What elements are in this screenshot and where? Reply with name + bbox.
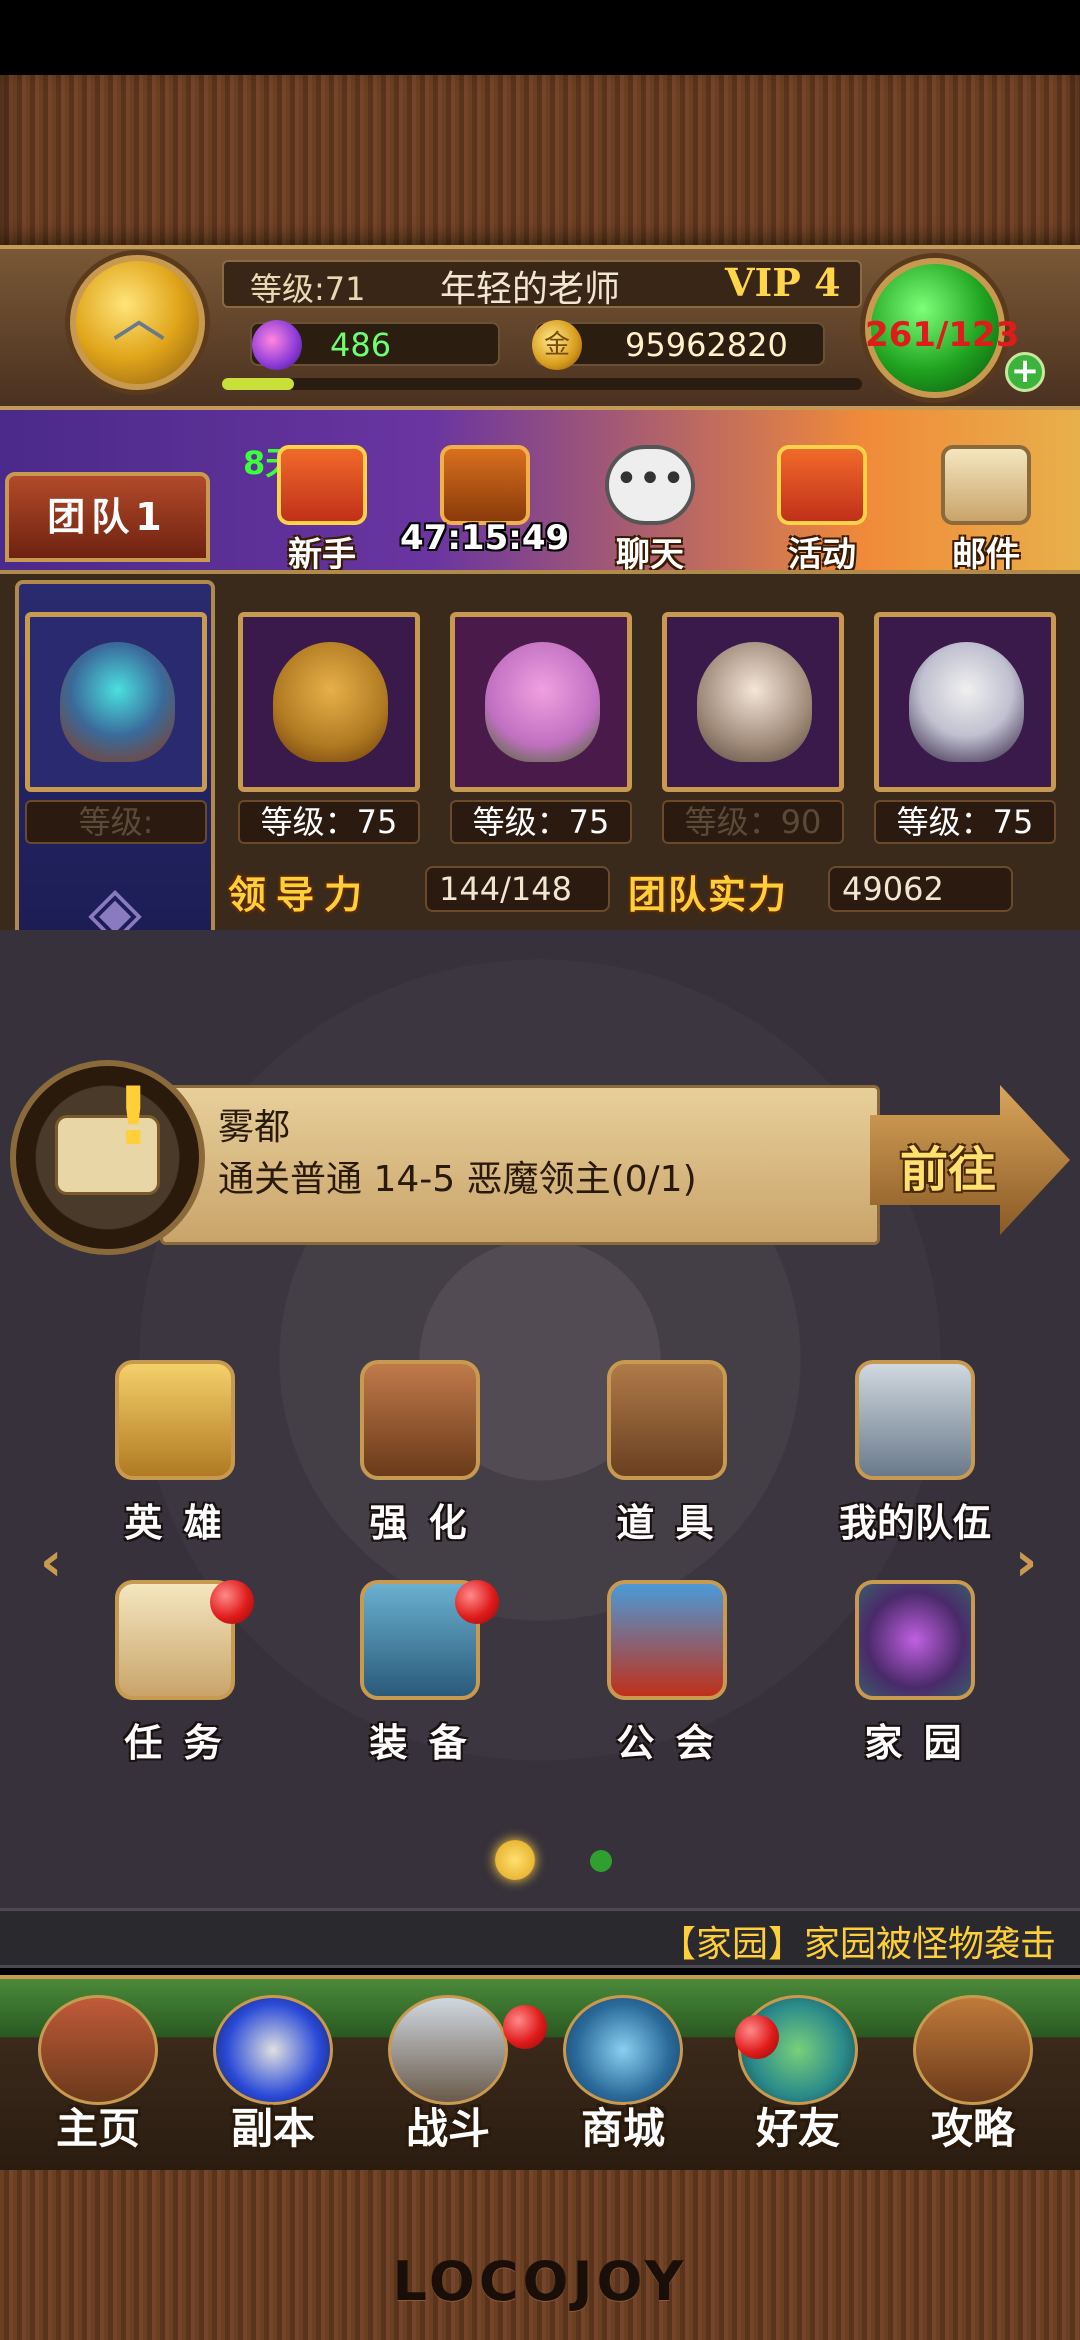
nav-shop-label: 商城 (580, 2104, 665, 2153)
notification-dot (210, 1580, 254, 1624)
nav-home[interactable]: 主页 (18, 1995, 178, 2165)
stamina-value: 261/123 (865, 315, 1020, 355)
chat-label: 聊天 (616, 535, 684, 575)
hero-card-1[interactable] (238, 612, 420, 792)
quest-title: 雾都 (218, 1107, 291, 1148)
exclamation-icon: ! (115, 1070, 152, 1163)
hero-portrait-1 (273, 642, 388, 762)
leader-level: 等级: (25, 800, 207, 844)
house-icon (38, 1995, 158, 2105)
quest-description: 通关普通 14-5 恶魔领主(0/1) (218, 1159, 697, 1200)
wood-frame-top (0, 75, 1080, 250)
menu-equipment-label: 装 备 (369, 1721, 471, 1765)
crossed-swords-icon (855, 1360, 975, 1480)
team-power-label: 团队实力 (628, 873, 789, 917)
treasure-chest-icon (440, 445, 530, 525)
nav-dungeon-label: 副本 (230, 2104, 315, 2153)
player-name: 年轻的老师 (440, 269, 621, 310)
menu-home-label: 家 园 (864, 1721, 966, 1765)
hero-portrait-3 (697, 642, 812, 762)
menu-guild-label: 公 会 (616, 1721, 718, 1765)
mail-icon (941, 445, 1031, 525)
page-dot-active[interactable] (495, 1840, 535, 1880)
guild-shield-icon (607, 1580, 727, 1700)
backpack-icon (607, 1360, 727, 1480)
mail-label: 邮件 (952, 535, 1020, 575)
newbie-label: 新手 (288, 535, 356, 575)
nav-guide[interactable]: 攻略 (893, 1995, 1053, 2165)
arrow-left-icon[interactable]: ‹ (40, 1530, 62, 1593)
menu-heroes[interactable]: 英 雄 (80, 1360, 270, 1560)
exp-bar (222, 378, 862, 390)
ticker-text: 【家园】家园被怪物袭击 (660, 1924, 1057, 1965)
nav-dungeon[interactable]: 副本 (193, 1995, 353, 2165)
hero-book-icon (115, 1360, 235, 1480)
menu-tasks-label: 任 务 (124, 1721, 226, 1765)
menu-my-team-label: 我的队伍 (838, 1501, 991, 1545)
status-bar (0, 0, 1080, 75)
add-stamina-button[interactable]: + (1005, 352, 1045, 392)
gift-icon (277, 445, 367, 525)
gem-value: 486 (330, 326, 392, 364)
menu-enhance-label: 强 化 (369, 1501, 471, 1545)
vip-badge[interactable]: VIP 4 (725, 260, 841, 305)
leadership-value: 144/148 (425, 866, 610, 912)
menu-items-label: 道 具 (616, 1501, 718, 1545)
arrow-right-icon[interactable]: › (1015, 1530, 1037, 1593)
notification-dot (503, 2005, 547, 2049)
menu-guild[interactable]: 公 会 (572, 1580, 762, 1780)
chat-bubble-icon: ••• (605, 445, 695, 525)
sword-axe-icon (388, 1995, 508, 2105)
forge-icon (360, 1360, 480, 1480)
hero-card-4[interactable] (874, 612, 1056, 792)
nav-home-label: 主页 (55, 2104, 140, 2153)
nav-battle-label: 战斗 (405, 2104, 490, 2153)
exp-bar-fill (222, 378, 294, 390)
gold-value: 95962820 (625, 326, 788, 364)
gift-icon (777, 445, 867, 525)
menu-home[interactable]: 家 园 (820, 1580, 1010, 1780)
go-button-label: 前往 (900, 1142, 997, 1198)
publisher-logo: LOCOJOY (392, 2250, 688, 2313)
newbie-button[interactable]: 新手 (262, 445, 382, 575)
portal-icon (855, 1580, 975, 1700)
player-level: 等级:71 (250, 270, 366, 308)
gem-icon (252, 320, 302, 370)
nav-friends-label: 好友 (755, 2104, 840, 2153)
events-button[interactable]: 活动 (762, 445, 882, 575)
menu-heroes-label: 英 雄 (124, 1501, 226, 1545)
leadership-label: 领导力 (228, 873, 373, 917)
page-dot[interactable] (590, 1850, 612, 1872)
hero-level-4: 等级：75 (874, 800, 1056, 844)
hero-card-3[interactable] (662, 612, 844, 792)
shop-monster-icon (563, 1995, 683, 2105)
menu-enhance[interactable]: 强 化 (325, 1360, 515, 1560)
menu-equipment[interactable]: 装 备 (325, 1580, 515, 1780)
skull-icon (213, 1995, 333, 2105)
hero-level-1: 等级：75 (238, 800, 420, 844)
team-power-value: 49062 (828, 866, 1013, 912)
notification-dot (735, 2015, 779, 2059)
notification-dot (455, 1580, 499, 1624)
nav-shop[interactable]: 商城 (543, 1995, 703, 2165)
hero-portrait-2 (485, 642, 600, 762)
team-tab[interactable]: 团队1 (5, 472, 210, 562)
gold-coin-icon: 金 (532, 320, 582, 370)
mail-button[interactable]: 邮件 (926, 445, 1046, 575)
treasure-timer: 47:15:49 (400, 518, 570, 558)
hero-portrait-4 (909, 642, 1024, 762)
hero-level-2: 等级：75 (450, 800, 632, 844)
hero-level-3: 等级：90 (662, 800, 844, 844)
hero-card-2[interactable] (450, 612, 632, 792)
chat-button[interactable]: ••• 聊天 (590, 445, 710, 575)
menu-items[interactable]: 道 具 (572, 1360, 762, 1560)
nav-guide-label: 攻略 (930, 2104, 1015, 2153)
menu-tasks[interactable]: 任 务 (80, 1580, 270, 1780)
guide-book-icon (913, 1995, 1033, 2105)
menu-my-team[interactable]: 我的队伍 (820, 1360, 1010, 1560)
leader-hero-card[interactable] (25, 612, 207, 792)
events-label: 活动 (788, 535, 856, 575)
chevron-up-icon: ︿ (112, 286, 166, 349)
leader-portrait (60, 642, 175, 762)
